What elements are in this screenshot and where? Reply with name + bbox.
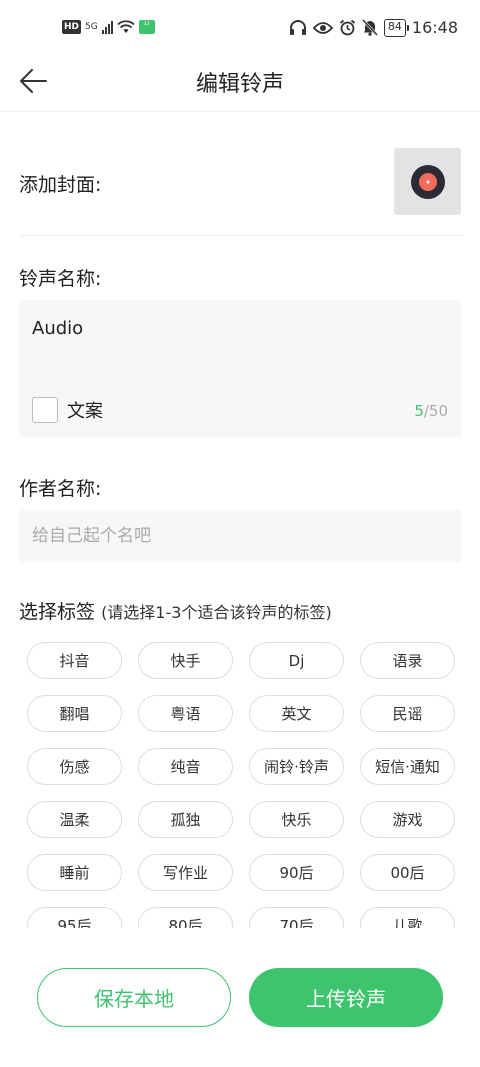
tag-chip[interactable]: 语录 xyxy=(360,642,455,679)
tags-scroll-area[interactable]: 抖音 快手 Dj 语录翻唱 粤语 英文 民谣伤感 纯音 闹铃·铃声 短信·通知温柔 孤独 快乐 游戏睡前… xyxy=(0,638,480,928)
tag-chip[interactable]: 80后 xyxy=(138,907,233,928)
status-left-icons: HD 5G Li xyxy=(62,20,155,34)
tag-chip[interactable]: 民谣 xyxy=(360,695,455,732)
status-time: 16:48 xyxy=(411,18,458,37)
copy-checkbox-label: 文案 xyxy=(67,401,103,422)
tag-chip[interactable]: 睡前 xyxy=(27,854,122,891)
tags-grid: 抖音 快手 Dj 语录翻唱 粤语 英文 民谣伤感 纯音 闹铃·铃声 短信·通知温柔 孤独 快乐 游戏睡前… xyxy=(27,642,455,928)
char-count-current: 5 xyxy=(414,402,424,420)
tag-chip[interactable]: 抖音 xyxy=(27,642,122,679)
tag-chip[interactable]: 英文 xyxy=(249,695,344,732)
save-local-button[interactable]: 保存本地 xyxy=(37,968,231,1027)
tag-chip[interactable]: 70后 xyxy=(249,907,344,928)
wifi-icon xyxy=(117,20,135,34)
author-name-input[interactable] xyxy=(32,510,442,562)
headphones-icon xyxy=(289,19,307,36)
tag-chip[interactable]: 粤语 xyxy=(138,695,233,732)
hd-badge: HD xyxy=(62,20,82,34)
app-notification-icon: Li xyxy=(138,20,155,34)
eye-icon xyxy=(312,21,333,35)
tag-chip[interactable]: Dj xyxy=(249,642,344,679)
copy-checkbox[interactable]: 文案 xyxy=(32,397,103,423)
ringtone-name-input[interactable] xyxy=(32,318,432,339)
tag-chip[interactable]: 快乐 xyxy=(249,801,344,838)
tag-chip[interactable]: 温柔 xyxy=(27,801,122,838)
tag-chip[interactable]: 纯音 xyxy=(138,748,233,785)
tag-chip[interactable]: 写作业 xyxy=(138,854,233,891)
page-title: 编辑铃声 xyxy=(195,72,284,97)
tag-chip[interactable]: 00后 xyxy=(360,854,455,891)
author-name-box xyxy=(19,510,462,562)
tag-chip[interactable]: 闹铃·铃声 xyxy=(249,748,344,785)
upload-ringtone-button[interactable]: 上传铃声 xyxy=(249,968,443,1027)
tag-chip[interactable]: 儿歌 xyxy=(360,907,455,928)
tags-hint: (请选择1-3个适合该铃声的标签) xyxy=(101,603,332,622)
ringtone-name-label: 铃声名称: xyxy=(19,268,102,290)
battery-icon: 84 xyxy=(383,18,409,37)
tag-chip[interactable]: 快手 xyxy=(138,642,233,679)
status-right-icons: 84 16:48 xyxy=(289,18,458,37)
bottom-action-bar: 保存本地 上传铃声 xyxy=(0,940,480,1067)
tag-chip[interactable]: 孤独 xyxy=(138,801,233,838)
tag-chip[interactable]: 95后 xyxy=(27,907,122,928)
cover-row: 添加封面: xyxy=(19,148,462,236)
author-name-label: 作者名称: xyxy=(19,478,102,500)
cover-label: 添加封面: xyxy=(19,174,102,196)
tags-label: 选择标签 xyxy=(19,601,96,623)
tags-header: 选择标签 (请选择1-3个适合该铃声的标签) xyxy=(19,597,332,624)
char-counter: 5/50 xyxy=(414,402,448,420)
tag-chip[interactable]: 短信·通知 xyxy=(360,748,455,785)
ringtone-name-box: 文案 5/50 xyxy=(19,300,462,437)
alarm-icon xyxy=(339,19,356,36)
mute-bell-icon xyxy=(361,19,378,36)
cover-picker[interactable] xyxy=(394,148,461,215)
signal-bars-icon xyxy=(101,20,113,34)
tag-chip[interactable]: 翻唱 xyxy=(27,695,122,732)
tag-chip[interactable]: 伤感 xyxy=(27,748,122,785)
tag-chip[interactable]: 游戏 xyxy=(360,801,455,838)
page-header: 编辑铃声 xyxy=(0,50,480,112)
char-count-max: /50 xyxy=(423,402,448,420)
vinyl-record-icon xyxy=(410,164,445,199)
checkbox-box[interactable] xyxy=(32,397,58,423)
tag-chip[interactable]: 90后 xyxy=(249,854,344,891)
network-type-label: 5G xyxy=(85,22,98,32)
